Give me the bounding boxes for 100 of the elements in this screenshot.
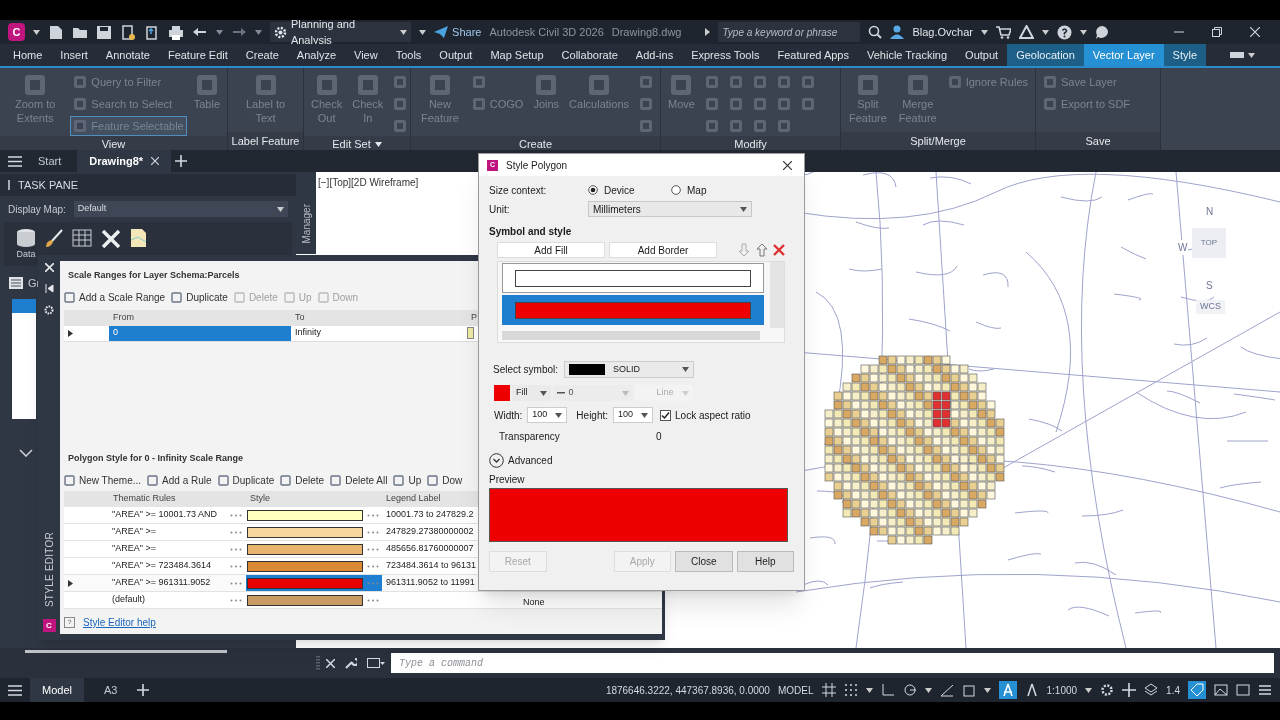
space-toggle[interactable]: MODEL bbox=[777, 682, 814, 698]
angle-icon[interactable] bbox=[939, 683, 954, 697]
scrollbar[interactable] bbox=[25, 650, 227, 653]
ribbon-tab[interactable]: Express Tools bbox=[682, 44, 769, 66]
table-cell[interactable]: "AREA" >= 961311.9052 bbox=[112, 576, 211, 590]
more-icon[interactable] bbox=[230, 530, 242, 534]
gear-icon[interactable] bbox=[44, 305, 54, 315]
color-swatch[interactable] bbox=[247, 543, 363, 555]
more-icon[interactable] bbox=[367, 598, 379, 602]
document-tab[interactable]: Drawing8* bbox=[77, 150, 172, 172]
table-cell[interactable]: 485656.81760000007 bbox=[386, 543, 474, 554]
color-swatch[interactable] bbox=[247, 526, 363, 538]
share-button[interactable]: Share bbox=[434, 23, 482, 41]
more-icon[interactable] bbox=[367, 530, 379, 534]
viewport-label[interactable]: [−][Top][2D Wireframe] bbox=[318, 175, 419, 190]
ribbon-tab[interactable]: Feature Edit bbox=[158, 44, 237, 66]
more-icon[interactable] bbox=[367, 547, 379, 551]
ribbon-tab[interactable]: Featured Apps bbox=[768, 44, 858, 66]
radio-option[interactable]: Device bbox=[588, 182, 671, 198]
search-icon[interactable] bbox=[868, 25, 883, 39]
wcs-label[interactable]: WCS bbox=[1196, 300, 1225, 314]
ribbon-tab[interactable]: Vehicle Tracking bbox=[858, 44, 957, 66]
toolbar-button[interactable]: Up bbox=[393, 472, 422, 488]
square-icon[interactable] bbox=[961, 683, 976, 697]
fill-dropdown[interactable]: Fill bbox=[512, 385, 551, 401]
table-icon[interactable] bbox=[72, 228, 92, 248]
toolbar-button[interactable]: Duplicate bbox=[217, 472, 275, 488]
tag-icon[interactable] bbox=[1190, 683, 1204, 697]
triangle-logo-icon[interactable] bbox=[1019, 25, 1034, 39]
menu-icon[interactable] bbox=[8, 684, 22, 696]
annotation-icon[interactable] bbox=[1024, 683, 1039, 697]
table-cell[interactable]: (default) bbox=[112, 593, 146, 607]
height-dropdown[interactable]: 100 bbox=[613, 407, 654, 423]
polar-icon[interactable] bbox=[902, 683, 917, 697]
brush-icon[interactable] bbox=[44, 228, 64, 248]
toolbar-button[interactable]: Add a Scale Range bbox=[64, 290, 166, 305]
column-header[interactable]: P bbox=[471, 311, 477, 322]
column-header[interactable]: Style bbox=[250, 493, 270, 504]
close-icon[interactable] bbox=[783, 160, 792, 170]
table-cell[interactable]: None bbox=[519, 590, 549, 610]
ribbon-tab[interactable]: Geolocation bbox=[1007, 44, 1084, 66]
ribbon-tab[interactable]: View bbox=[345, 44, 387, 66]
chat-icon[interactable] bbox=[1095, 24, 1110, 40]
toolbar-button[interactable]: Delete bbox=[280, 472, 325, 488]
workspace-dropdown[interactable]: Planning and Analysis bbox=[269, 22, 412, 42]
ribbon-tab[interactable]: Home bbox=[4, 44, 52, 66]
scale-dropdown[interactable]: 1:1000 bbox=[1046, 682, 1078, 698]
command-field[interactable]: Type a command bbox=[391, 653, 1274, 673]
layers-icon[interactable] bbox=[8, 276, 24, 290]
toolbar-button[interactable]: Duplicate bbox=[171, 290, 228, 305]
ribbon-tab[interactable]: Collaborate bbox=[552, 44, 627, 66]
new-file-icon[interactable] bbox=[47, 24, 64, 40]
checkbox-option[interactable]: Lock aspect ratio bbox=[660, 407, 751, 423]
table-cell[interactable]: "AREA" >= 10001.73 AND bbox=[112, 508, 217, 522]
search-field[interactable]: Type a keyword or phrase bbox=[718, 22, 861, 42]
gear-icon[interactable] bbox=[1100, 683, 1115, 697]
display-map-dropdown[interactable]: Default bbox=[73, 201, 288, 217]
scrollbar[interactable] bbox=[770, 262, 784, 328]
grid-icon[interactable] bbox=[821, 683, 836, 697]
user-name[interactable]: Blag.Ovchar bbox=[912, 23, 973, 41]
symbol-dropdown[interactable]: SOLID bbox=[564, 361, 695, 378]
more-icon[interactable] bbox=[367, 564, 379, 568]
chevron-down-icon[interactable] bbox=[19, 449, 33, 457]
help-icon[interactable] bbox=[1057, 24, 1072, 40]
color-swatch[interactable] bbox=[247, 509, 363, 521]
viewcube[interactable]: TOP bbox=[1192, 228, 1226, 258]
color-swatch[interactable] bbox=[247, 560, 363, 572]
pin-icon[interactable] bbox=[44, 284, 54, 293]
toolbar-button[interactable]: New Theme... bbox=[64, 472, 142, 488]
ribbon-tab[interactable]: Add-ins bbox=[626, 44, 683, 66]
dialog-button[interactable]: Close bbox=[675, 551, 733, 572]
more-icon[interactable] bbox=[230, 564, 242, 568]
ortho-icon[interactable] bbox=[880, 683, 895, 697]
panel-toggle-icon[interactable] bbox=[1230, 51, 1245, 59]
ribbon-tab[interactable]: Output bbox=[956, 44, 1008, 66]
upload-icon[interactable] bbox=[143, 24, 160, 40]
document-icon[interactable] bbox=[119, 24, 136, 40]
layout-tab[interactable]: A3 bbox=[91, 678, 130, 702]
radio-option[interactable]: Map bbox=[671, 182, 754, 198]
help-link[interactable]: Style Editor help bbox=[83, 615, 156, 630]
table-cell[interactable]: Infinity bbox=[291, 326, 467, 340]
symbol-layer[interactable] bbox=[502, 263, 764, 293]
column-header[interactable]: From bbox=[113, 311, 134, 322]
toolbar-button[interactable]: Delete All bbox=[330, 472, 388, 488]
add-button[interactable]: Add Border bbox=[609, 242, 717, 258]
fullscreen-icon[interactable] bbox=[1236, 683, 1250, 697]
ribbon-tab[interactable]: Output bbox=[430, 44, 482, 66]
advanced-toggle[interactable]: Advanced bbox=[489, 453, 553, 468]
ribbon-tab[interactable]: Map Setup bbox=[481, 44, 553, 66]
more-icon[interactable] bbox=[230, 513, 242, 517]
layout-tab[interactable]: Model bbox=[30, 678, 84, 702]
menu-icon[interactable] bbox=[8, 155, 22, 167]
more-icon[interactable] bbox=[230, 547, 242, 551]
menu-icon[interactable] bbox=[1258, 683, 1272, 697]
table-cell[interactable]: 961311.9052 to 11991 bbox=[386, 577, 475, 588]
save-icon[interactable] bbox=[95, 24, 112, 40]
fill-color-swatch[interactable] bbox=[494, 385, 510, 401]
wrench-icon[interactable] bbox=[345, 657, 357, 669]
plus-icon[interactable] bbox=[137, 684, 150, 696]
command-icon[interactable] bbox=[367, 657, 385, 669]
